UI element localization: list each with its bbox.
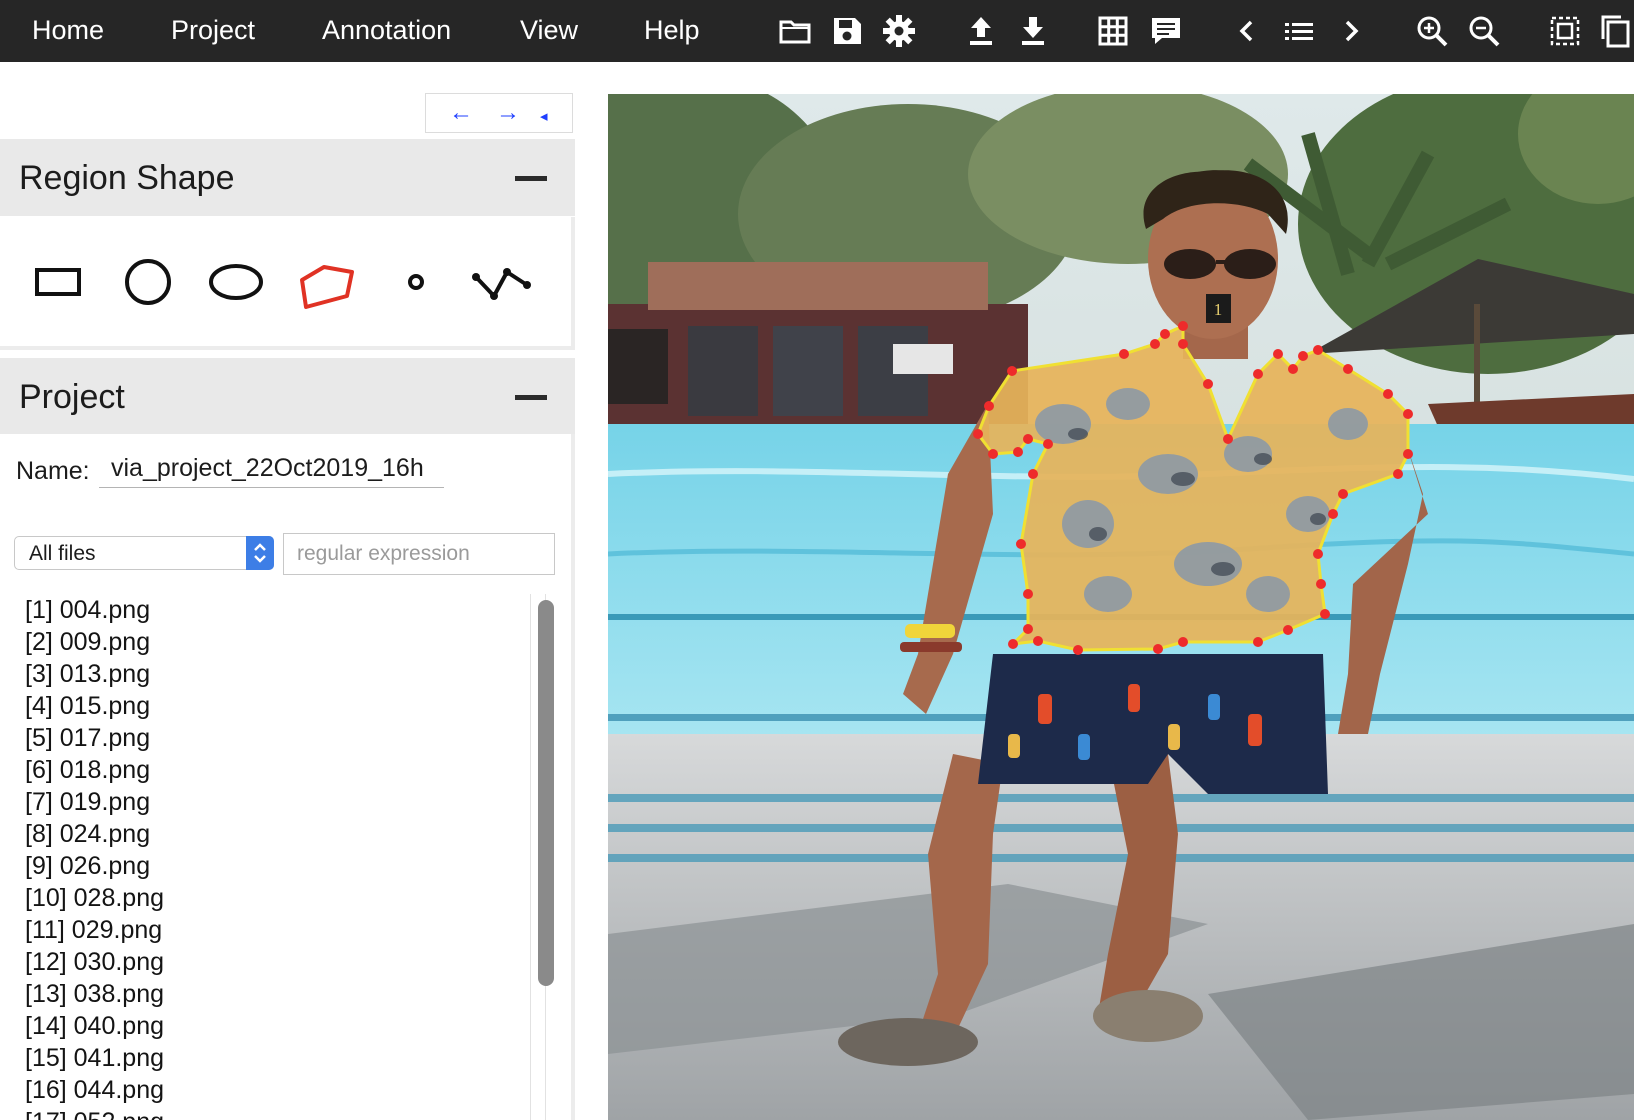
region-shape-title: Region Shape	[19, 159, 235, 197]
polygon-tool-icon[interactable]	[292, 247, 362, 317]
top-menu-bar: Home Project Annotation View Help	[0, 0, 1634, 62]
file-filter-value: All files	[29, 542, 96, 565]
download-icon[interactable]	[1015, 13, 1051, 49]
file-list-item[interactable]: [13] 038.png	[25, 978, 525, 1010]
project-name-label: Name:	[16, 457, 90, 485]
select-all-icon[interactable]	[1547, 13, 1583, 49]
file-list-item[interactable]: [8] 024.png	[25, 818, 525, 850]
regex-filter-input[interactable]	[283, 533, 555, 575]
file-list-item[interactable]: [3] 013.png	[25, 658, 525, 690]
move-left-arrow-icon[interactable]: ←	[449, 100, 473, 126]
file-list: [1] 004.png [2] 009.png [3] 013.png [4] …	[25, 594, 525, 1120]
file-list-item[interactable]: [17] 052.png	[25, 1106, 525, 1120]
file-list-item[interactable]: [1] 004.png	[25, 594, 525, 626]
menu-home[interactable]: Home	[32, 14, 104, 46]
copy-icon[interactable]	[1597, 13, 1633, 49]
file-list-scrollbar-thumb[interactable]	[538, 600, 554, 986]
save-icon[interactable]	[829, 13, 865, 49]
project-title: Project	[19, 378, 125, 416]
select-updown-icon	[246, 536, 274, 570]
collapse-minus-icon[interactable]	[515, 176, 547, 181]
grid-view-icon[interactable]	[1095, 13, 1131, 49]
prev-image-icon[interactable]	[1229, 13, 1265, 49]
panel-nav-arrows: ← → ◂	[425, 93, 573, 133]
file-list-item[interactable]: [4] 015.png	[25, 690, 525, 722]
region-id-label: 1	[1214, 300, 1223, 319]
ellipse-tool-icon[interactable]	[201, 247, 271, 317]
file-list-item[interactable]: [5] 017.png	[25, 722, 525, 754]
file-list-item[interactable]: [10] 028.png	[25, 882, 525, 914]
file-list-item[interactable]: [2] 009.png	[25, 626, 525, 658]
file-filter-select[interactable]: All files	[14, 536, 274, 570]
circle-tool-icon[interactable]	[113, 247, 183, 317]
menu-annotation[interactable]: Annotation	[322, 14, 451, 46]
move-right-arrow-icon[interactable]: →	[496, 100, 520, 126]
file-list-item[interactable]: [11] 029.png	[25, 914, 525, 946]
file-list-item[interactable]: [12] 030.png	[25, 946, 525, 978]
zoom-out-icon[interactable]	[1466, 13, 1502, 49]
comment-icon[interactable]	[1148, 13, 1184, 49]
menu-help[interactable]: Help	[644, 14, 700, 46]
file-list-item[interactable]: [15] 041.png	[25, 1042, 525, 1074]
upload-icon[interactable]	[963, 13, 999, 49]
file-list-item[interactable]: [6] 018.png	[25, 754, 525, 786]
file-list-item[interactable]: [7] 019.png	[25, 786, 525, 818]
rectangle-tool-icon[interactable]	[23, 247, 93, 317]
polyline-tool-icon[interactable]	[467, 247, 537, 317]
collapse-minus-icon[interactable]	[515, 395, 547, 400]
file-list-item[interactable]: [16] 044.png	[25, 1074, 525, 1106]
image-with-annotation[interactable]: 1	[608, 94, 1634, 1120]
annotation-canvas[interactable]: 1	[608, 94, 1634, 1120]
menu-view[interactable]: View	[520, 14, 578, 46]
settings-gear-icon[interactable]	[881, 13, 917, 49]
collapse-panel-icon[interactable]: ◂	[540, 104, 548, 130]
next-image-icon[interactable]	[1333, 13, 1369, 49]
list-icon[interactable]	[1281, 13, 1317, 49]
zoom-in-icon[interactable]	[1414, 13, 1450, 49]
menu-project[interactable]: Project	[171, 14, 255, 46]
point-tool-icon[interactable]	[381, 247, 451, 317]
file-list-item[interactable]: [14] 040.png	[25, 1010, 525, 1042]
project-header[interactable]: Project	[0, 358, 575, 435]
project-name-input[interactable]	[99, 450, 444, 488]
region-shape-tools	[0, 217, 575, 350]
project-panel: Name: All files [1] 004.png [2] 009.png …	[0, 434, 575, 1120]
file-list-item[interactable]: [9] 026.png	[25, 850, 525, 882]
open-folder-icon[interactable]	[777, 13, 813, 49]
region-shape-header[interactable]: Region Shape	[0, 139, 575, 216]
